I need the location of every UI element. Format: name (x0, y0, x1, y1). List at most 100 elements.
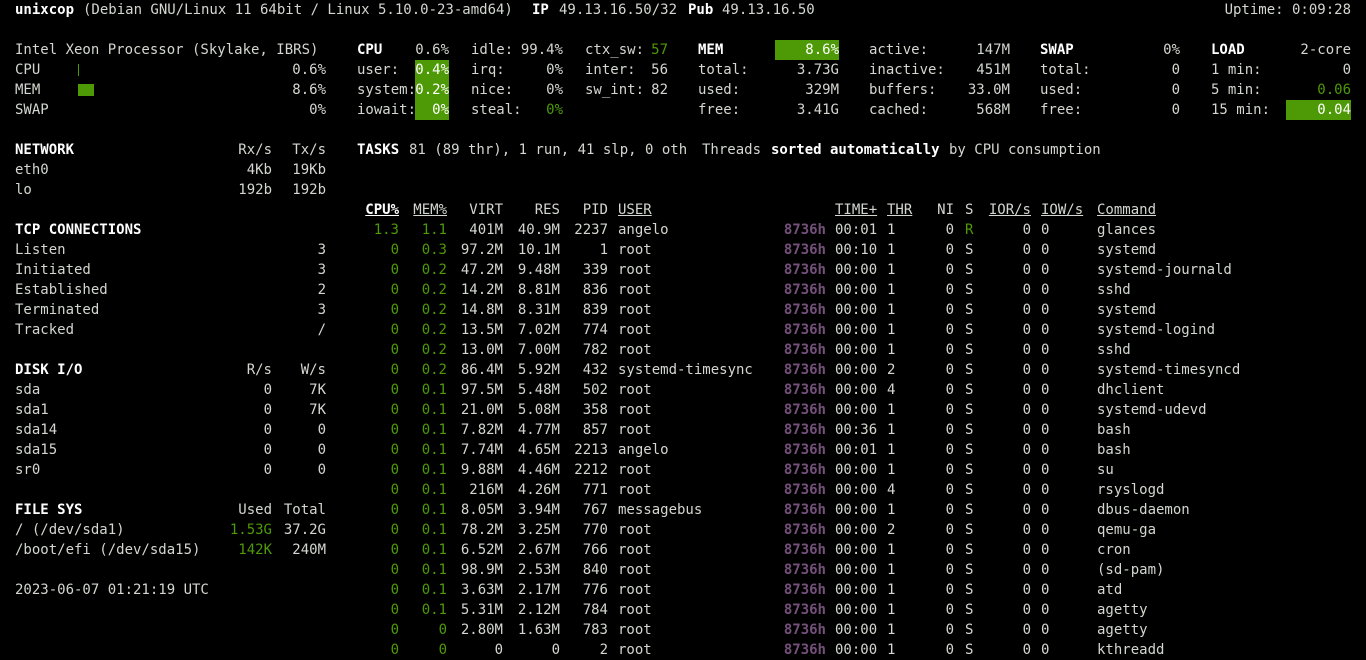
process-mem: 0.1 (421, 582, 447, 598)
process-thr: 1 (887, 582, 896, 598)
process-user: angelo (618, 222, 669, 238)
process-cpu: 0 (390, 302, 399, 318)
tcp-stat-label: Established (15, 282, 108, 298)
process-iow: 0 (1041, 562, 1050, 578)
process-pid: 840 (582, 562, 608, 578)
pub-label: Pub (688, 2, 714, 18)
process-user: root (618, 262, 652, 278)
disk-title: DISK I/O (15, 362, 83, 378)
process-mem: 0.2 (421, 322, 447, 338)
column-header-user[interactable]: USER (618, 200, 778, 220)
process-virt: 98.9M (460, 562, 503, 578)
disk-read-value: 0 (263, 462, 272, 478)
process-cmd: systemd-journald (1097, 262, 1232, 278)
disk-write-header: W/s (300, 362, 326, 378)
disk-device-name: sda15 (15, 442, 58, 458)
column-header-s[interactable]: S (965, 200, 979, 220)
column-header-mem[interactable]: MEM% (408, 200, 447, 220)
process-mem: 0.2 (421, 342, 447, 358)
process-res: 4.46M (517, 462, 560, 478)
process-h: 8736h (783, 402, 826, 418)
tcp-stat-label: Terminated (15, 302, 100, 318)
cpu-stat-label: nice: (471, 82, 514, 98)
process-h: 8736h (783, 442, 826, 458)
process-s: S (965, 602, 974, 618)
mem-stat-value: 568M (976, 102, 1010, 118)
process-res: 2.67M (517, 542, 560, 558)
process-h: 8736h (783, 242, 826, 258)
process-ior: 0 (1022, 602, 1031, 618)
process-ni: 0 (945, 462, 954, 478)
process-iow: 0 (1041, 302, 1050, 318)
filesys-used-value: 1.53G (229, 522, 272, 538)
process-pid: 857 (582, 422, 608, 438)
process-ni: 0 (945, 642, 954, 658)
process-ior: 0 (1022, 622, 1031, 638)
cpu-stat-label: inter: (585, 62, 636, 78)
swap-stat-label: used: (1040, 82, 1083, 98)
process-s: S (965, 282, 974, 298)
process-virt: 13.0M (460, 342, 503, 358)
column-header-thr[interactable]: THR (887, 200, 917, 220)
process-thr: 1 (887, 642, 896, 658)
mem-stat-label: free: (698, 102, 741, 118)
load-stat-label: 1 min: (1211, 62, 1262, 78)
column-header-ior[interactable]: IOR/s (985, 200, 1031, 220)
process-time: 00:00 (835, 522, 878, 538)
process-s: S (965, 502, 974, 518)
process-cmd: su (1097, 462, 1114, 478)
process-ni: 0 (945, 522, 954, 538)
process-virt: 14.2M (460, 282, 503, 298)
process-res: 5.92M (517, 362, 560, 378)
process-res: 4.65M (517, 442, 560, 458)
process-iow: 0 (1041, 482, 1050, 498)
swap-stat-label: total: (1040, 62, 1091, 78)
process-thr: 1 (887, 502, 896, 518)
process-ni: 0 (945, 582, 954, 598)
process-time: 00:00 (835, 262, 878, 278)
network-rx-value: 192b (238, 182, 272, 198)
column-header-ni[interactable]: NI (926, 200, 954, 220)
process-s: S (965, 462, 974, 478)
column-header-cmd[interactable]: Command (1097, 200, 1347, 220)
process-iow: 0 (1041, 542, 1050, 558)
process-cmd: dbus-daemon (1097, 502, 1190, 518)
process-thr: 2 (887, 522, 896, 538)
process-user: root (618, 462, 652, 478)
network-interface-name: eth0 (15, 162, 49, 178)
process-s: S (965, 382, 974, 398)
process-res: 4.26M (517, 482, 560, 498)
process-ior: 0 (1022, 522, 1031, 538)
column-header-res[interactable]: RES (512, 200, 560, 220)
process-s: S (965, 262, 974, 278)
process-h: 8736h (783, 502, 826, 518)
cpu-total: 0.6% (415, 42, 449, 58)
column-header-pid[interactable]: PID (568, 200, 608, 220)
process-user: messagebus (618, 502, 703, 518)
disk-write-value: 7K (309, 402, 326, 418)
column-header-cpu[interactable]: CPU% (360, 200, 399, 220)
process-iow: 0 (1041, 282, 1050, 298)
process-iow: 0 (1041, 582, 1050, 598)
process-ni: 0 (945, 422, 954, 438)
process-h: 8736h (783, 322, 826, 338)
process-s: S (965, 422, 974, 438)
cpu-stat-label: user: (357, 62, 400, 78)
process-pid: 432 (582, 362, 608, 378)
process-virt: 7.74M (460, 442, 503, 458)
process-mem: 0.1 (421, 562, 447, 578)
process-h: 8736h (783, 462, 826, 478)
process-mem: 0.2 (421, 362, 447, 378)
process-s: S (965, 362, 974, 378)
column-header-iow[interactable]: IOW/s (1041, 200, 1087, 220)
column-header-virt[interactable]: VIRT (455, 200, 503, 220)
filesys-total-value: 37.2G (283, 522, 326, 538)
process-cpu: 0 (390, 542, 399, 558)
process-s: S (965, 342, 974, 358)
column-header-time[interactable]: TIME+ (835, 200, 883, 220)
process-mem: 0.1 (421, 402, 447, 418)
process-cmd: rsyslogd (1097, 482, 1165, 498)
process-s: R (965, 222, 974, 238)
process-iow: 0 (1041, 262, 1050, 278)
process-mem: 0.1 (421, 462, 447, 478)
